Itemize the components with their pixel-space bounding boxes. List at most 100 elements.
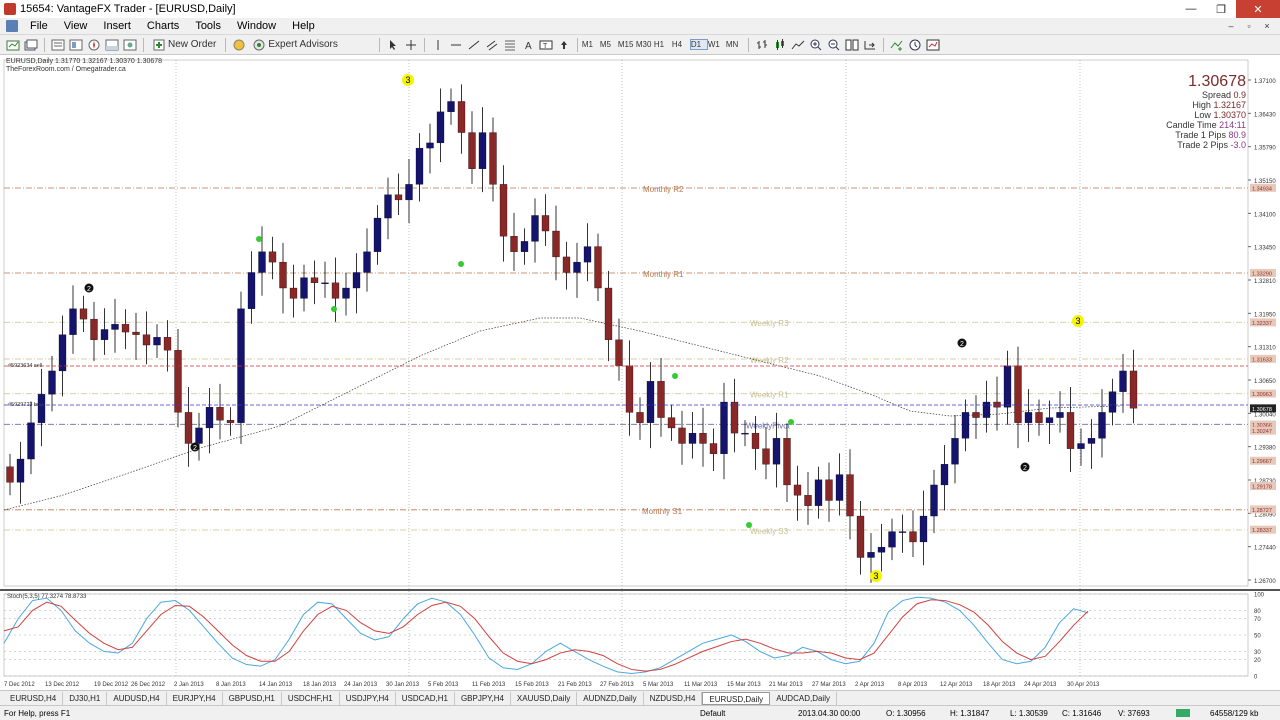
candle-body: [562, 256, 571, 273]
indicators-icon[interactable]: [889, 37, 905, 53]
candle-time-value: 214:11: [1219, 120, 1246, 130]
wave-marker-label: 3: [1075, 316, 1080, 326]
channel-icon[interactable]: [484, 37, 500, 53]
tab-gbpjpy-h4[interactable]: GBPJPY,H4: [455, 691, 511, 705]
terminal-icon[interactable]: [104, 37, 120, 53]
profiles-icon[interactable]: [23, 37, 39, 53]
menu-view[interactable]: View: [56, 20, 96, 32]
timeframe-m1[interactable]: M1: [582, 40, 600, 49]
market-watch-icon[interactable]: [50, 37, 66, 53]
chart-area[interactable]: 1.37100 1.36430 1.35790 1.35150 1.34100 1.334…: [0, 56, 1280, 690]
candle-body: [352, 272, 361, 289]
tab-eurusd-daily[interactable]: EURUSD,Daily: [702, 691, 771, 705]
candle-body: [447, 101, 455, 112]
terminal-window: 15654: VantageFX Trader - [EURUSD,Daily]…: [0, 0, 1280, 720]
trendline-icon[interactable]: [466, 37, 482, 53]
timeframe-mn[interactable]: MN: [726, 40, 744, 49]
text-icon[interactable]: A: [520, 37, 536, 53]
chart-restore-button[interactable]: ▫: [1240, 18, 1258, 34]
menu-help[interactable]: Help: [284, 20, 323, 32]
pivot-label: Monthly R1: [643, 270, 684, 279]
candle-body: [1108, 391, 1117, 413]
candlestick-icon[interactable]: [772, 37, 788, 53]
arrows-icon[interactable]: [556, 37, 572, 53]
periods-icon[interactable]: [907, 37, 923, 53]
bar-chart-icon[interactable]: [754, 37, 770, 53]
tab-audcad-daily[interactable]: AUDCAD,Daily: [770, 691, 837, 705]
zoom-out-icon[interactable]: [826, 37, 842, 53]
toolbar-separator: [576, 37, 578, 52]
candle-body: [1087, 438, 1096, 444]
maximize-button[interactable]: ❐: [1206, 0, 1236, 18]
candle-body: [153, 337, 161, 346]
price-tag-label: 1.31633: [1252, 357, 1272, 363]
toolbar-separator: [44, 37, 45, 52]
tab-usdcad-h1[interactable]: USDCAD,H1: [396, 691, 455, 705]
line-chart-icon[interactable]: [790, 37, 806, 53]
signal-dot: [672, 373, 678, 379]
price-chart[interactable]: 1.371001.364301.357901.351501.341001.334…: [0, 56, 1280, 690]
vertical-line-icon[interactable]: [430, 37, 446, 53]
text-label-icon[interactable]: T: [538, 37, 554, 53]
timeframe-h4[interactable]: H4: [672, 40, 690, 49]
tab-eurjpy-h4[interactable]: EURJPY,H4: [167, 691, 223, 705]
new-order-button[interactable]: New Order: [149, 37, 220, 53]
candle-body: [247, 272, 256, 309]
timeframe-h1[interactable]: H1: [654, 40, 672, 49]
menu-file[interactable]: File: [22, 20, 56, 32]
candle-body: [909, 531, 917, 543]
trade1-label: Trade 1 Pips: [1175, 130, 1226, 140]
tab-usdchf-h1[interactable]: USDCHF,H1: [282, 691, 340, 705]
tab-audusd-h4[interactable]: AUDUSD,H4: [107, 691, 167, 705]
candle-body: [258, 251, 266, 273]
chart-minimize-button[interactable]: –: [1222, 18, 1240, 34]
order-label-buy: #5929723 buy: [8, 402, 43, 408]
fibonacci-icon[interactable]: [502, 37, 518, 53]
candle-body: [531, 215, 539, 242]
autotrading-icon[interactable]: [231, 37, 247, 53]
chart-shift-icon[interactable]: [862, 37, 878, 53]
expert-advisors-button[interactable]: Expert Advisors: [249, 37, 341, 53]
cursor-icon[interactable]: [385, 37, 401, 53]
y-tick-label: 1.26700: [1254, 579, 1276, 585]
oscillator-tick-label: 0: [1254, 675, 1258, 681]
tester-icon[interactable]: [122, 37, 138, 53]
templates-icon[interactable]: [925, 37, 941, 53]
timeframe-m30[interactable]: M30: [636, 40, 654, 49]
candle-body: [940, 464, 949, 486]
candle-body: [342, 287, 350, 299]
tab-dj30-h1[interactable]: DJ30,H1: [63, 691, 108, 705]
tab-eurusd-h4[interactable]: EURUSD,H4: [4, 691, 64, 705]
zoom-in-icon[interactable]: [808, 37, 824, 53]
status-close: C: 1.31646: [1062, 709, 1102, 718]
timeframe-d1[interactable]: D1: [689, 39, 708, 50]
menu-insert[interactable]: Insert: [95, 20, 139, 32]
data-window-icon[interactable]: [68, 37, 84, 53]
minimize-button[interactable]: —: [1176, 0, 1206, 18]
menu-tools[interactable]: Tools: [187, 20, 229, 32]
tab-nzdusd-h4[interactable]: NZDUSD,H4: [644, 691, 703, 705]
new-chart-icon[interactable]: [5, 37, 21, 53]
tab-usdjpy-h4[interactable]: USDJPY,H4: [340, 691, 396, 705]
candle-body: [384, 194, 392, 219]
timeframe-m5[interactable]: M5: [600, 40, 618, 49]
navigator-icon[interactable]: [86, 37, 102, 53]
timeframe-m15[interactable]: M15: [618, 40, 636, 49]
timeframe-w1[interactable]: W1: [708, 40, 726, 49]
y-tick-label: 1.35790: [1254, 146, 1276, 152]
tile-windows-icon[interactable]: [844, 37, 860, 53]
x-tick-label: 2 Apr 2013: [855, 682, 885, 688]
tab-xauusd-daily[interactable]: XAUUSD,Daily: [511, 691, 578, 705]
crosshair-icon[interactable]: [403, 37, 419, 53]
oscillator-tick-label: 100: [1254, 593, 1265, 599]
tab-gbpusd-h1[interactable]: GBPUSD,H1: [223, 691, 282, 705]
price-tag-label: 1.32337: [1252, 321, 1272, 327]
tab-audnzd-daily[interactable]: AUDNZD,Daily: [577, 691, 644, 705]
close-button[interactable]: ✕: [1236, 0, 1280, 18]
chart-close-button[interactable]: ×: [1258, 18, 1276, 34]
candle-body: [405, 184, 413, 201]
menu-charts[interactable]: Charts: [139, 20, 187, 32]
horizontal-line-icon[interactable]: [448, 37, 464, 53]
chart-window-icon[interactable]: [6, 20, 18, 32]
menu-window[interactable]: Window: [229, 20, 284, 32]
